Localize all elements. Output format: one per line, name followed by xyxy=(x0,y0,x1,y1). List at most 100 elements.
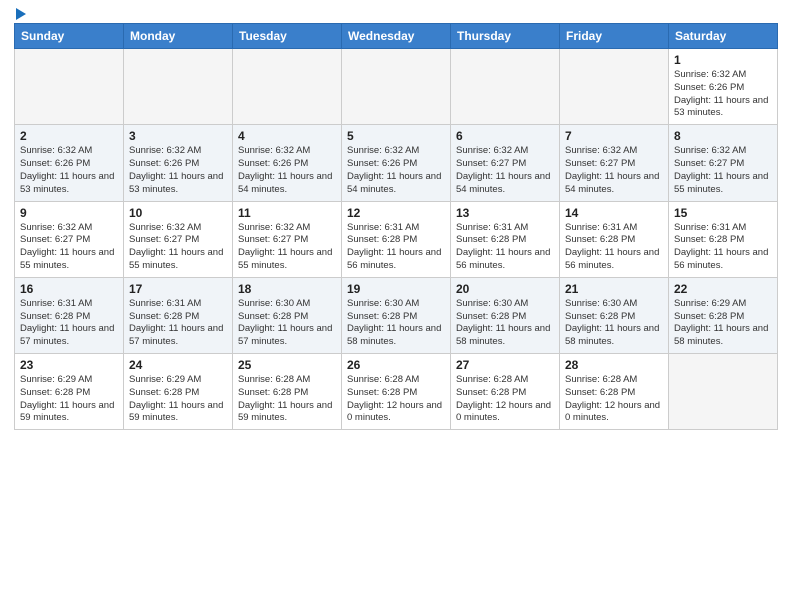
day-info: Sunrise: 6:30 AM Sunset: 6:28 PM Dayligh… xyxy=(238,298,336,349)
day-number: 21 xyxy=(565,282,663,296)
calendar-cell: 21 Sunrise: 6:30 AM Sunset: 6:28 PM Dayli… xyxy=(560,277,669,353)
day-number: 26 xyxy=(347,358,445,372)
calendar-cell xyxy=(233,49,342,125)
calendar-cell: 6Sunrise: 6:32 AM Sunset: 6:27 PM Daylig… xyxy=(451,125,560,201)
day-number: 20 xyxy=(456,282,554,296)
day-number: 5 xyxy=(347,129,445,143)
calendar-cell xyxy=(560,49,669,125)
day-number: 4 xyxy=(238,129,336,143)
day-info: Sunrise: 6:32 AM Sunset: 6:27 PM Dayligh… xyxy=(238,222,336,273)
calendar-cell xyxy=(15,49,124,125)
day-info: Sunrise: 6:30 AM Sunset: 6:28 PM Dayligh… xyxy=(565,298,663,349)
calendar-week-row: 23 Sunrise: 6:29 AM Sunset: 6:28 PM Dayli… xyxy=(15,354,778,430)
day-info: Sunrise: 6:32 AM Sunset: 6:27 PM Dayligh… xyxy=(20,222,118,273)
calendar-cell: 22 Sunrise: 6:29 AM Sunset: 6:28 PM Dayli… xyxy=(669,277,778,353)
page: SundayMondayTuesdayWednesdayThursdayFrid… xyxy=(0,0,792,612)
day-number: 16 xyxy=(20,282,118,296)
day-info: Sunrise: 6:32 AM Sunset: 6:26 PM Dayligh… xyxy=(20,145,118,196)
weekday-header-friday: Friday xyxy=(560,24,669,49)
day-number: 1 xyxy=(674,53,772,67)
day-info: Sunrise: 6:31 AM Sunset: 6:28 PM Dayligh… xyxy=(456,222,554,273)
day-number: 6 xyxy=(456,129,554,143)
calendar-cell xyxy=(124,49,233,125)
calendar-cell xyxy=(451,49,560,125)
calendar-cell: 11 Sunrise: 6:32 AM Sunset: 6:27 PM Dayli… xyxy=(233,201,342,277)
weekday-header-row: SundayMondayTuesdayWednesdayThursdayFrid… xyxy=(15,24,778,49)
day-info: Sunrise: 6:31 AM Sunset: 6:28 PM Dayligh… xyxy=(129,298,227,349)
day-number: 12 xyxy=(347,206,445,220)
calendar-cell: 17 Sunrise: 6:31 AM Sunset: 6:28 PM Dayli… xyxy=(124,277,233,353)
calendar-cell: 26 Sunrise: 6:28 AM Sunset: 6:28 PM Dayli… xyxy=(342,354,451,430)
day-info: Sunrise: 6:30 AM Sunset: 6:28 PM Dayligh… xyxy=(456,298,554,349)
calendar-week-row: 16 Sunrise: 6:31 AM Sunset: 6:28 PM Dayli… xyxy=(15,277,778,353)
day-number: 9 xyxy=(20,206,118,220)
calendar-cell: 8Sunrise: 6:32 AM Sunset: 6:27 PM Daylig… xyxy=(669,125,778,201)
day-info: Sunrise: 6:32 AM Sunset: 6:26 PM Dayligh… xyxy=(674,69,772,120)
calendar-cell: 12 Sunrise: 6:31 AM Sunset: 6:28 PM Dayli… xyxy=(342,201,451,277)
day-info: Sunrise: 6:29 AM Sunset: 6:28 PM Dayligh… xyxy=(674,298,772,349)
day-info: Sunrise: 6:29 AM Sunset: 6:28 PM Dayligh… xyxy=(20,374,118,425)
day-info: Sunrise: 6:31 AM Sunset: 6:28 PM Dayligh… xyxy=(347,222,445,273)
calendar-week-row: 9 Sunrise: 6:32 AM Sunset: 6:27 PM Daylig… xyxy=(15,201,778,277)
calendar-cell: 10Sunrise: 6:32 AM Sunset: 6:27 PM Dayli… xyxy=(124,201,233,277)
day-number: 3 xyxy=(129,129,227,143)
calendar-cell: 25 Sunrise: 6:28 AM Sunset: 6:28 PM Dayli… xyxy=(233,354,342,430)
calendar-cell: 5 Sunrise: 6:32 AM Sunset: 6:26 PM Daylig… xyxy=(342,125,451,201)
day-info: Sunrise: 6:32 AM Sunset: 6:27 PM Dayligh… xyxy=(129,222,227,273)
day-info: Sunrise: 6:32 AM Sunset: 6:26 PM Dayligh… xyxy=(347,145,445,196)
day-number: 28 xyxy=(565,358,663,372)
day-info: Sunrise: 6:28 AM Sunset: 6:28 PM Dayligh… xyxy=(238,374,336,425)
calendar-cell: 24 Sunrise: 6:29 AM Sunset: 6:28 PM Dayli… xyxy=(124,354,233,430)
calendar-cell: 3 Sunrise: 6:32 AM Sunset: 6:26 PM Daylig… xyxy=(124,125,233,201)
weekday-header-monday: Monday xyxy=(124,24,233,49)
day-info: Sunrise: 6:28 AM Sunset: 6:28 PM Dayligh… xyxy=(456,374,554,425)
calendar-cell: 23 Sunrise: 6:29 AM Sunset: 6:28 PM Dayli… xyxy=(15,354,124,430)
calendar-cell: 4 Sunrise: 6:32 AM Sunset: 6:26 PM Daylig… xyxy=(233,125,342,201)
day-number: 23 xyxy=(20,358,118,372)
calendar-cell: 18 Sunrise: 6:30 AM Sunset: 6:28 PM Dayli… xyxy=(233,277,342,353)
day-number: 7 xyxy=(565,129,663,143)
day-number: 15 xyxy=(674,206,772,220)
day-number: 13 xyxy=(456,206,554,220)
calendar-week-row: 1 Sunrise: 6:32 AM Sunset: 6:26 PM Daylig… xyxy=(15,49,778,125)
day-info: Sunrise: 6:30 AM Sunset: 6:28 PM Dayligh… xyxy=(347,298,445,349)
day-number: 24 xyxy=(129,358,227,372)
day-number: 19 xyxy=(347,282,445,296)
day-info: Sunrise: 6:28 AM Sunset: 6:28 PM Dayligh… xyxy=(565,374,663,425)
calendar-cell xyxy=(342,49,451,125)
calendar-cell: 15 Sunrise: 6:31 AM Sunset: 6:28 PM Dayli… xyxy=(669,201,778,277)
weekday-header-tuesday: Tuesday xyxy=(233,24,342,49)
calendar-cell: 19 Sunrise: 6:30 AM Sunset: 6:28 PM Dayli… xyxy=(342,277,451,353)
day-number: 14 xyxy=(565,206,663,220)
calendar-cell: 13 Sunrise: 6:31 AM Sunset: 6:28 PM Dayli… xyxy=(451,201,560,277)
day-number: 8 xyxy=(674,129,772,143)
day-number: 27 xyxy=(456,358,554,372)
header xyxy=(14,10,778,17)
calendar-cell: 27 Sunrise: 6:28 AM Sunset: 6:28 PM Dayli… xyxy=(451,354,560,430)
calendar-cell: 2 Sunrise: 6:32 AM Sunset: 6:26 PM Daylig… xyxy=(15,125,124,201)
day-info: Sunrise: 6:28 AM Sunset: 6:28 PM Dayligh… xyxy=(347,374,445,425)
day-info: Sunrise: 6:29 AM Sunset: 6:28 PM Dayligh… xyxy=(129,374,227,425)
day-number: 25 xyxy=(238,358,336,372)
weekday-header-sunday: Sunday xyxy=(15,24,124,49)
calendar-cell: 28 Sunrise: 6:28 AM Sunset: 6:28 PM Dayli… xyxy=(560,354,669,430)
calendar-cell: 9 Sunrise: 6:32 AM Sunset: 6:27 PM Daylig… xyxy=(15,201,124,277)
day-number: 17 xyxy=(129,282,227,296)
day-info: Sunrise: 6:32 AM Sunset: 6:26 PM Dayligh… xyxy=(238,145,336,196)
calendar-week-row: 2 Sunrise: 6:32 AM Sunset: 6:26 PM Daylig… xyxy=(15,125,778,201)
day-number: 2 xyxy=(20,129,118,143)
calendar-cell: 14 Sunrise: 6:31 AM Sunset: 6:28 PM Dayli… xyxy=(560,201,669,277)
logo xyxy=(14,10,26,17)
day-number: 22 xyxy=(674,282,772,296)
day-info: Sunrise: 6:32 AM Sunset: 6:26 PM Dayligh… xyxy=(129,145,227,196)
day-info: Sunrise: 6:31 AM Sunset: 6:28 PM Dayligh… xyxy=(20,298,118,349)
day-number: 18 xyxy=(238,282,336,296)
day-info: Sunrise: 6:31 AM Sunset: 6:28 PM Dayligh… xyxy=(674,222,772,273)
calendar-cell: 16 Sunrise: 6:31 AM Sunset: 6:28 PM Dayli… xyxy=(15,277,124,353)
weekday-header-saturday: Saturday xyxy=(669,24,778,49)
calendar-cell: 7Sunrise: 6:32 AM Sunset: 6:27 PM Daylig… xyxy=(560,125,669,201)
day-info: Sunrise: 6:31 AM Sunset: 6:28 PM Dayligh… xyxy=(565,222,663,273)
day-number: 11 xyxy=(238,206,336,220)
calendar-cell xyxy=(669,354,778,430)
calendar: SundayMondayTuesdayWednesdayThursdayFrid… xyxy=(14,23,778,430)
